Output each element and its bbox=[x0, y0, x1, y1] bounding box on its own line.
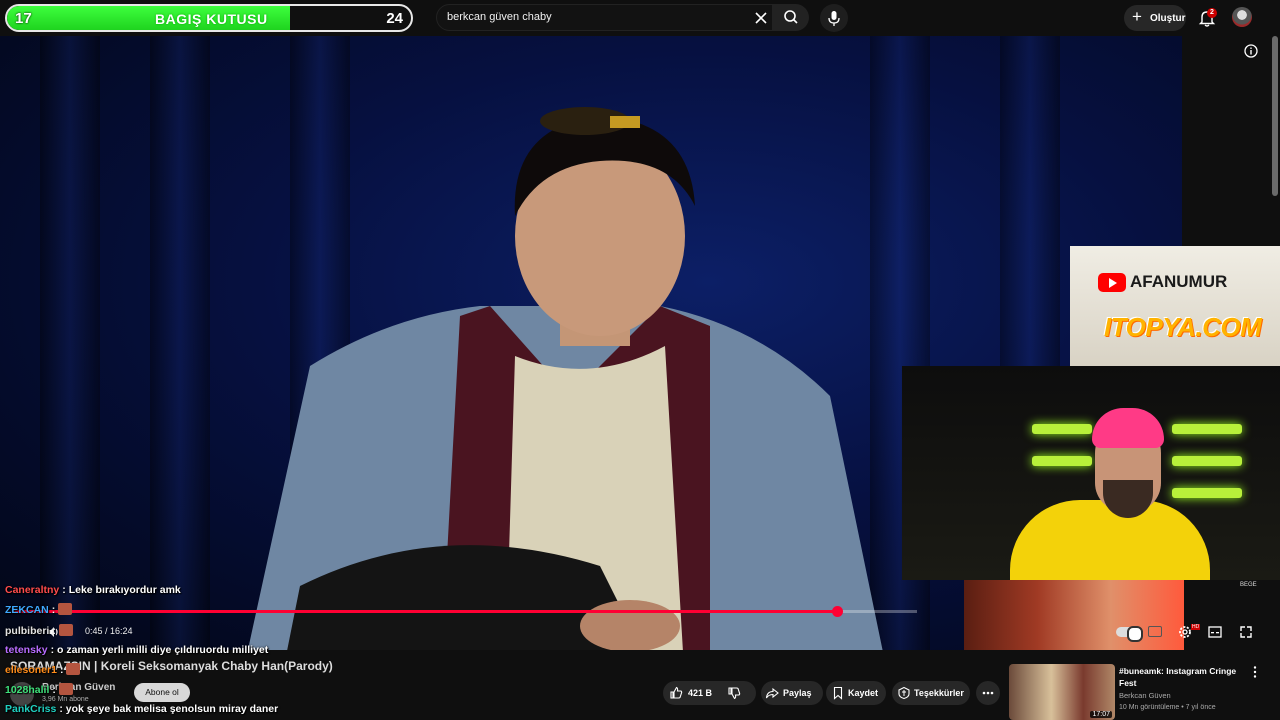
create-button[interactable]: + Oluştur bbox=[1124, 5, 1186, 31]
subtitles-button[interactable] bbox=[1148, 626, 1162, 637]
chat-text: : yok şeye bak melisa şenolsun miray dan… bbox=[59, 703, 279, 715]
chat-text: : bbox=[52, 684, 59, 696]
chat-message: tetensky: o zaman yerli milli diye çıldı… bbox=[5, 644, 268, 656]
chat-username: tetensky bbox=[5, 644, 48, 656]
youtube-logo-icon bbox=[1098, 273, 1126, 292]
recommended-video-menu-button[interactable] bbox=[1250, 665, 1260, 679]
miniplayer-icon bbox=[1208, 626, 1222, 638]
clear-search-button[interactable] bbox=[750, 7, 772, 29]
donation-current: 17 bbox=[15, 10, 32, 27]
led-strip bbox=[1172, 424, 1242, 434]
chat-message: ellesoner1: bbox=[5, 663, 81, 676]
donation-goal-bar: 17 BAGIŞ KUTUSU 24 bbox=[5, 4, 413, 32]
webcam-tag: BEGE bbox=[1240, 582, 1257, 588]
share-button[interactable]: Paylaş bbox=[761, 681, 823, 705]
chat-username: ellesoner1 bbox=[5, 664, 57, 676]
led-strip bbox=[1032, 424, 1092, 434]
info-icon bbox=[1244, 44, 1258, 58]
chat-message: pulbiberi: bbox=[5, 624, 73, 637]
fullscreen-icon bbox=[1240, 626, 1252, 638]
bookmark-icon bbox=[833, 686, 843, 700]
chat-text: : bbox=[52, 625, 59, 637]
donation-label: BAGIŞ KUTUSU bbox=[155, 11, 268, 27]
led-strip bbox=[1172, 456, 1242, 466]
search-icon bbox=[784, 10, 798, 24]
time-display: 0:45 / 16:24 bbox=[85, 626, 133, 636]
close-icon bbox=[755, 12, 767, 24]
curtain-fold bbox=[150, 36, 210, 650]
page-scrollbar[interactable] bbox=[1272, 36, 1278, 196]
kebab-menu-icon bbox=[1253, 666, 1257, 678]
chat-username: pulbiberi bbox=[5, 625, 50, 637]
chat-username: 1028halil bbox=[5, 684, 50, 696]
donation-goal: 24 bbox=[386, 10, 403, 27]
chat-emote-icon bbox=[58, 683, 73, 695]
sponsor-logo: ITOPYA.COM bbox=[1104, 312, 1262, 342]
search-button[interactable] bbox=[773, 4, 809, 31]
create-label: Oluştur bbox=[1150, 13, 1186, 24]
chat-message: ZEKCAN: bbox=[5, 603, 73, 616]
chat-text: : Leke bırakıyordur amk bbox=[62, 584, 181, 596]
fullscreen-button[interactable] bbox=[1238, 624, 1254, 640]
share-icon bbox=[765, 687, 779, 699]
recommended-video-meta: 10 Mn görüntüleme • 7 yıl önce bbox=[1119, 704, 1216, 711]
chat-message: PankCriss: yok şeye bak melisa şenolsun … bbox=[5, 703, 278, 715]
like-dislike-group: 421 B bbox=[663, 681, 756, 705]
chat-text: : o zaman yerli milli diye çıldıruordu m… bbox=[50, 644, 269, 656]
recommended-video-channel[interactable]: Berkcan Güven bbox=[1119, 691, 1171, 700]
search-input[interactable]: berkcan güven chaby bbox=[436, 4, 773, 31]
like-count[interactable]: 421 B bbox=[688, 688, 712, 698]
led-strip bbox=[1032, 456, 1092, 466]
hd-badge: HD bbox=[1191, 624, 1201, 630]
microphone-icon bbox=[828, 11, 840, 26]
chat-message: Caneraltny: Leke bırakıyordur amk bbox=[5, 584, 181, 596]
watermark-channel: AFANUMUR bbox=[1130, 272, 1228, 291]
voice-search-button[interactable] bbox=[820, 4, 848, 32]
like-icon[interactable] bbox=[669, 686, 683, 700]
thanks-label: Teşekkürler bbox=[914, 688, 964, 698]
chat-emote-icon bbox=[58, 624, 73, 636]
info-button[interactable] bbox=[1244, 44, 1258, 58]
sponsor-board bbox=[1070, 246, 1280, 368]
miniplayer-button[interactable] bbox=[1207, 624, 1223, 640]
account-avatar[interactable] bbox=[1232, 7, 1252, 27]
subscribe-button[interactable]: Abone ol bbox=[134, 683, 190, 702]
super-thanks-icon bbox=[898, 686, 910, 700]
more-icon bbox=[982, 691, 994, 695]
save-button[interactable]: Kaydet bbox=[826, 681, 886, 705]
thanks-button[interactable]: Teşekkürler bbox=[892, 681, 970, 705]
led-strip bbox=[1172, 488, 1242, 498]
chat-emote-icon bbox=[66, 663, 81, 675]
video-person-figure bbox=[247, 107, 883, 650]
recommended-video-thumbnail[interactable]: 17:07 bbox=[1009, 664, 1115, 720]
streamer-shirt bbox=[1010, 500, 1210, 580]
webcam-lower-overlay bbox=[964, 580, 1184, 650]
curtain-fold bbox=[40, 36, 100, 650]
chat-username: ZEKCAN bbox=[5, 604, 49, 616]
chat-emote-icon bbox=[58, 603, 73, 615]
video-duration: 17:07 bbox=[1090, 711, 1112, 718]
chat-message: 1028halil: bbox=[5, 683, 73, 696]
progress-scrubber[interactable] bbox=[832, 606, 843, 617]
recommended-video-title[interactable]: #buneamk: Instagram Cringe Fest bbox=[1119, 665, 1247, 689]
subscriber-count: 3,96 Mn abone bbox=[42, 696, 89, 703]
chat-username: PankCriss bbox=[5, 703, 57, 715]
dislike-icon[interactable] bbox=[727, 686, 741, 700]
plus-icon: + bbox=[1132, 7, 1142, 26]
more-actions-button[interactable] bbox=[976, 681, 1000, 705]
chat-username: Caneraltny bbox=[5, 584, 60, 596]
notification-badge: 2 bbox=[1207, 8, 1217, 18]
autoplay-toggle[interactable] bbox=[1116, 626, 1143, 642]
save-label: Kaydet bbox=[848, 688, 879, 698]
search-query: berkcan güven chaby bbox=[447, 11, 552, 23]
share-label: Paylaş bbox=[783, 688, 812, 698]
progress-played bbox=[12, 610, 837, 613]
